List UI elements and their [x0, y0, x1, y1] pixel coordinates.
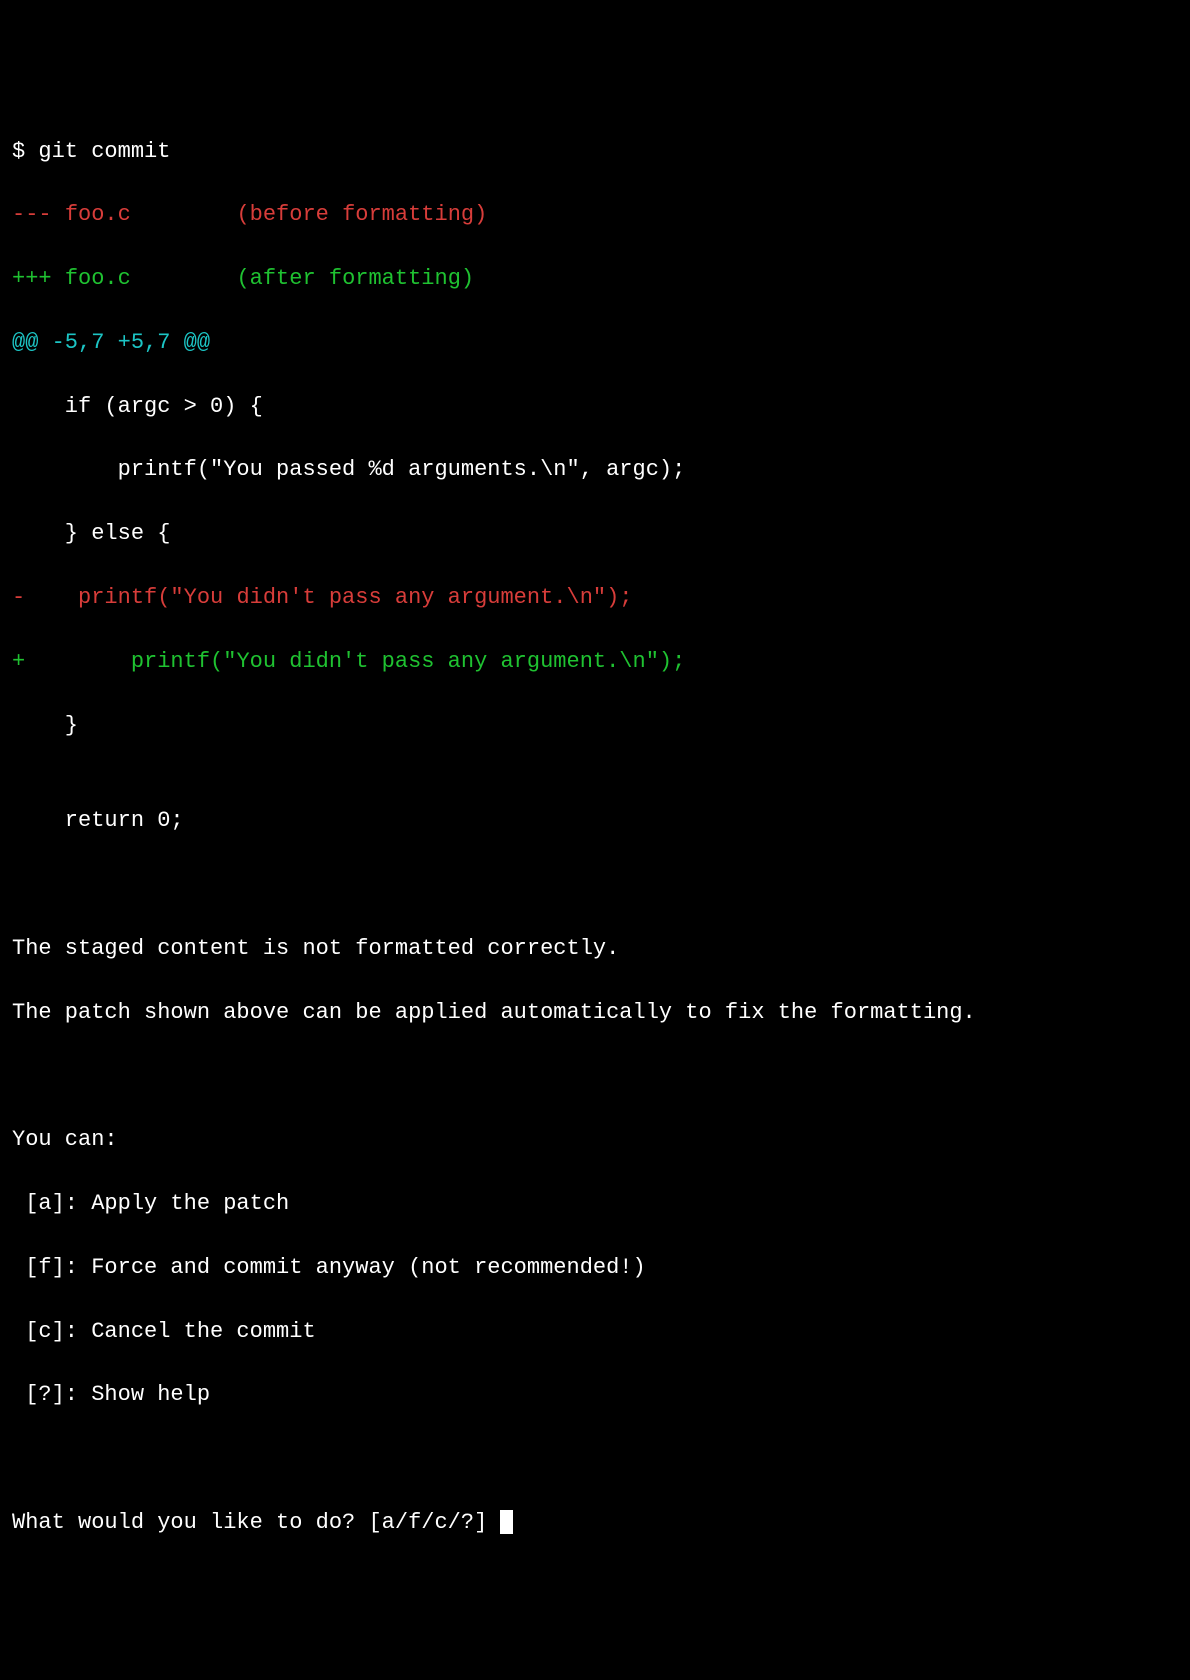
diff-added-prefix: +	[12, 649, 25, 674]
diff-plus-file: foo.c	[65, 266, 131, 291]
command-text: git commit	[38, 139, 170, 164]
prompt-question: What would you like to do? [a/f/c/?]	[12, 1510, 500, 1535]
diff-added-line: + printf("You didn't pass any argument.\…	[12, 646, 1178, 678]
option-cancel: [c]: Cancel the commit	[12, 1316, 1178, 1348]
options-header: You can:	[12, 1124, 1178, 1156]
option-help: [?]: Show help	[12, 1379, 1178, 1411]
diff-removed-line: - printf("You didn't pass any argument.\…	[12, 582, 1178, 614]
diff-plus-prefix: +++	[12, 266, 52, 291]
command-line: $ git commit	[12, 136, 1178, 168]
diff-header-minus: --- foo.c (before formatting)	[12, 199, 1178, 231]
blank-line	[12, 1060, 1178, 1092]
diff-plus-note: (after formatting)	[236, 266, 474, 291]
diff-context-line: if (argc > 0) {	[12, 391, 1178, 423]
diff-minus-note: (before formatting)	[236, 202, 487, 227]
diff-header-plus: +++ foo.c (after formatting)	[12, 263, 1178, 295]
diff-minus-file: foo.c	[65, 202, 131, 227]
diff-context-line: } else {	[12, 518, 1178, 550]
prompt-line[interactable]: What would you like to do? [a/f/c/?]	[12, 1507, 1178, 1539]
status-message-line: The staged content is not formatted corr…	[12, 933, 1178, 965]
diff-context-line: return 0;	[12, 805, 1178, 837]
status-message-line: The patch shown above can be applied aut…	[12, 997, 1178, 1029]
diff-context-line: printf("You passed %d arguments.\n", arg…	[12, 454, 1178, 486]
blank-line	[12, 869, 1178, 901]
option-apply: [a]: Apply the patch	[12, 1188, 1178, 1220]
diff-minus-prefix: ---	[12, 202, 52, 227]
prompt-symbol: $	[12, 139, 25, 164]
diff-context-line: }	[12, 710, 1178, 742]
diff-added-text: printf("You didn't pass any argument.\n"…	[25, 649, 685, 674]
diff-removed-prefix: -	[12, 585, 25, 610]
diff-hunk-header: @@ -5,7 +5,7 @@	[12, 327, 1178, 359]
option-force: [f]: Force and commit anyway (not recomm…	[12, 1252, 1178, 1284]
blank-line	[12, 1443, 1178, 1475]
diff-removed-text: printf("You didn't pass any argument.\n"…	[25, 585, 632, 610]
cursor-icon	[500, 1510, 513, 1534]
